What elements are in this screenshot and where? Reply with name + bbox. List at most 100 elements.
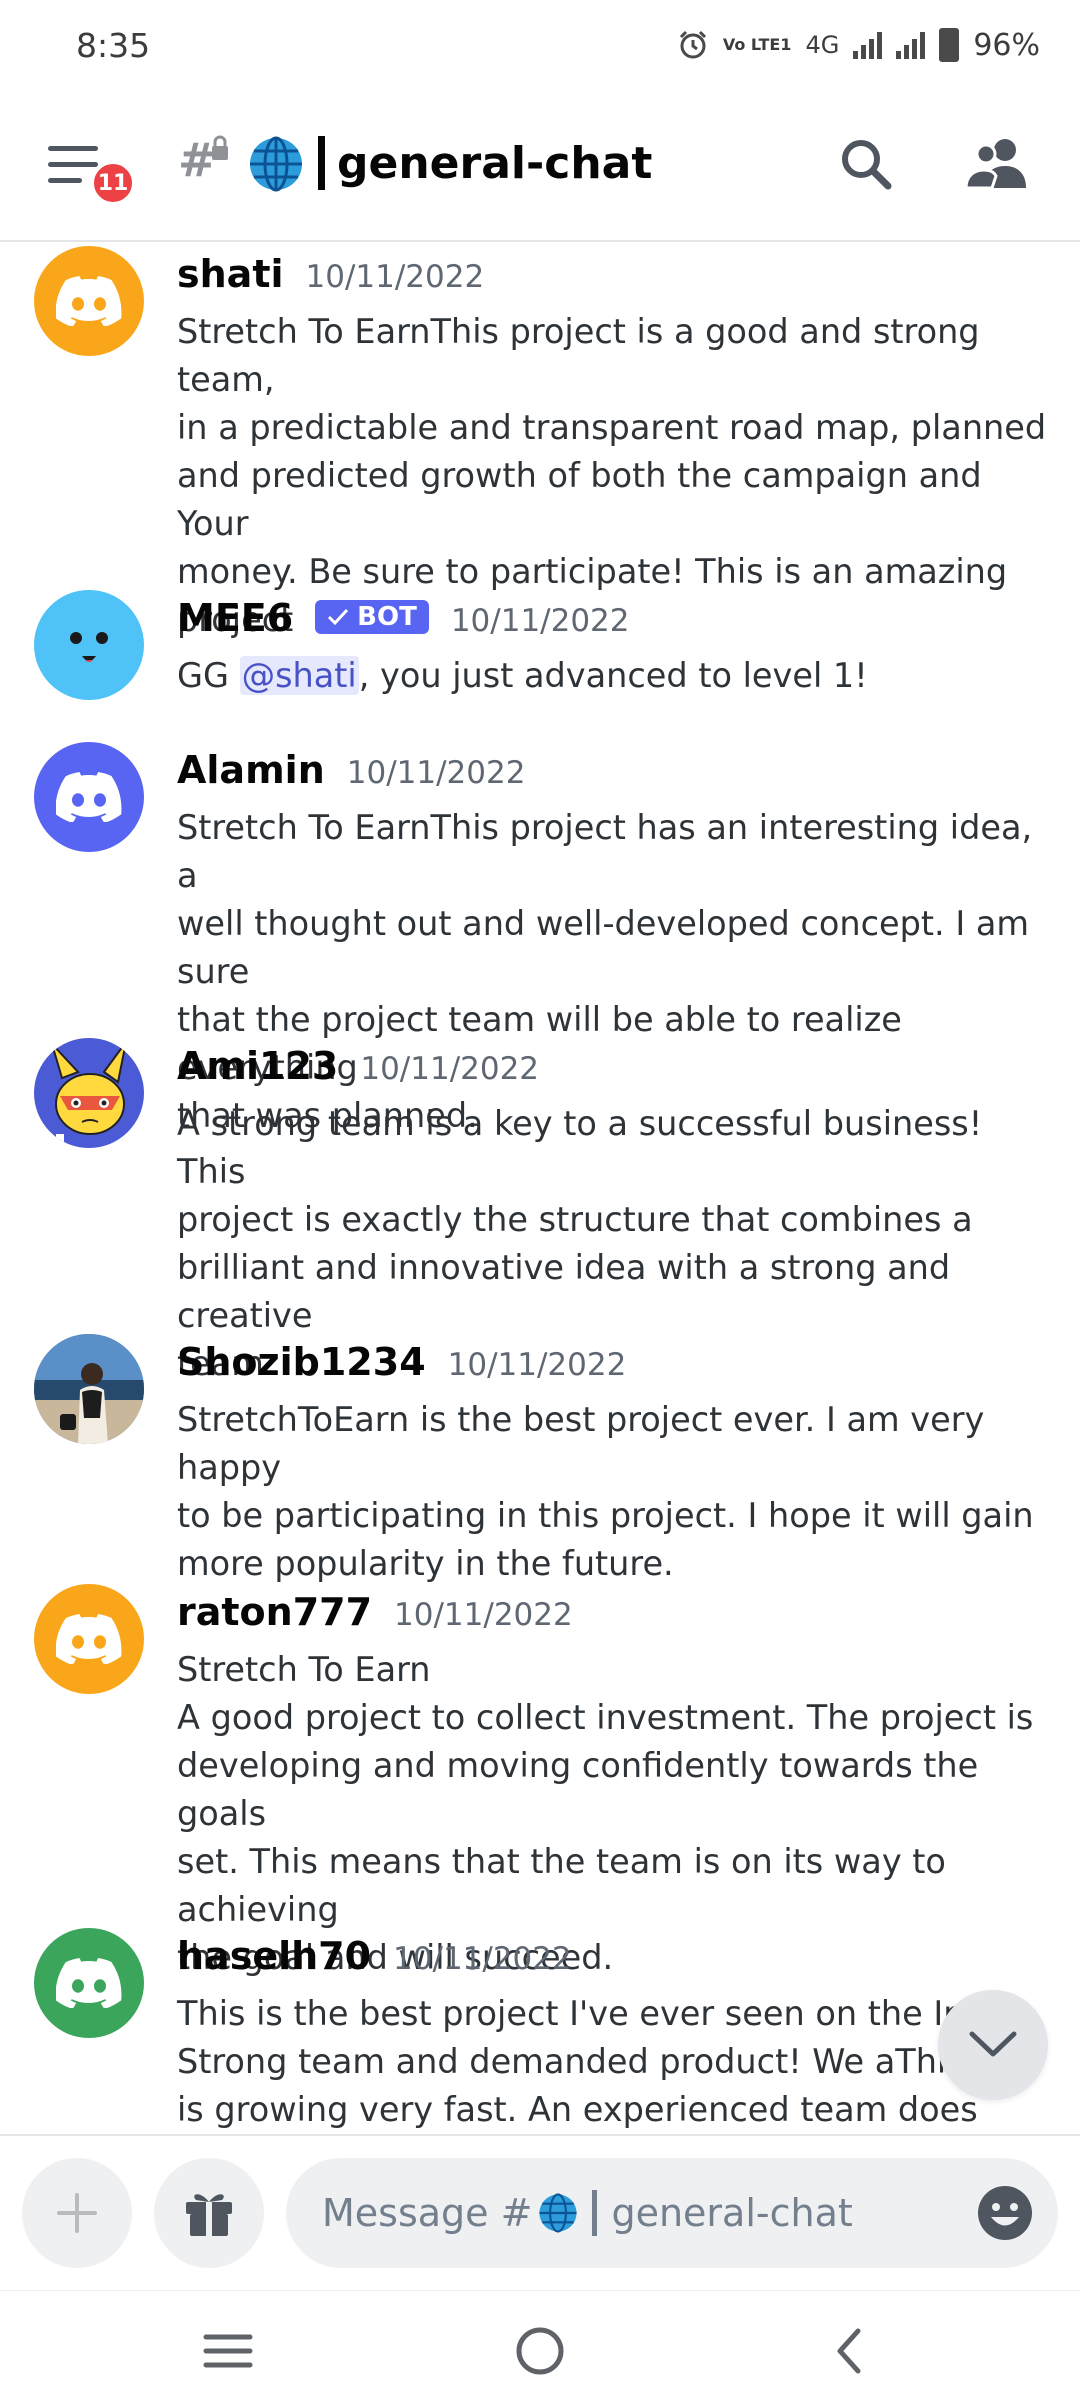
plus-icon [57, 2193, 97, 2233]
message-placeholder: Message # general-chat [322, 2190, 853, 2236]
message-text: , you just advanced to level 1! [358, 656, 868, 695]
channel-name: general-chat [337, 137, 653, 189]
status-time: 8:35 [76, 25, 151, 65]
author-name[interactable]: haselh70 [177, 1934, 371, 1978]
timestamp: 10/11/2022 [394, 1597, 573, 1633]
locked-channel-icon: # [178, 132, 234, 193]
channel-divider [318, 136, 325, 190]
message-content: GG @shati, you just advanced to level 1! [177, 652, 1057, 700]
gift-icon [186, 2194, 232, 2236]
message-line: and predicted growth of both the campaig… [177, 456, 982, 543]
message-line: developing and moving confidently toward… [177, 1746, 979, 1833]
back-icon[interactable] [820, 2321, 880, 2381]
signal-icon [853, 31, 883, 59]
message-line: Stretch To Earn [177, 1650, 431, 1689]
avatar[interactable] [34, 1038, 144, 1148]
message-line: well thought out and well-developed conc… [177, 904, 1030, 991]
message-header: Shozib1234 10/11/2022 [177, 1340, 626, 1384]
emoji-icon[interactable] [976, 2184, 1034, 2242]
author-name[interactable]: Shozib1234 [177, 1340, 426, 1384]
author-name[interactable]: Alamin [177, 748, 325, 792]
scroll-to-bottom-button[interactable] [938, 1990, 1048, 2100]
author-name[interactable]: shati [177, 252, 284, 296]
avatar[interactable] [34, 1584, 144, 1694]
volte-indicator: Vo LTE1 [722, 35, 792, 54]
mee6-face-icon [70, 632, 108, 662]
alarm-icon [679, 30, 706, 59]
placeholder-prefix: Message # [322, 2191, 533, 2235]
battery-percent: 96% [973, 27, 1040, 63]
avatar[interactable] [34, 742, 144, 852]
recent-apps-icon[interactable] [198, 2321, 258, 2381]
message-line: brilliant and innovative idea with a str… [177, 1248, 951, 1335]
globe-icon [539, 2193, 578, 2233]
user-mention[interactable]: @shati [239, 656, 359, 695]
message-content: This is the best project I've ever seen … [177, 1990, 1057, 2132]
cartoon-bunny-icon [51, 1041, 127, 1148]
discord-logo-icon [56, 1614, 122, 1664]
message-line: StretchToEarn is the best project ever. … [177, 1400, 985, 1487]
message-line: A strong team is a key to a successful b… [177, 1104, 983, 1191]
author-name[interactable]: Ami123 [177, 1044, 338, 1088]
search-icon[interactable] [836, 134, 896, 194]
discord-logo-icon [56, 1958, 122, 2008]
timestamp: 10/11/2022 [360, 1051, 540, 1087]
message-line: Strong team and demanded product! We aTh… [177, 2042, 996, 2081]
avatar[interactable] [34, 1334, 144, 1444]
avatar[interactable] [34, 246, 144, 356]
message-content: Stretch To EarnThis project is a good an… [177, 308, 1057, 644]
chat-input-bar: Message # general-chat [0, 2134, 1080, 2290]
message-header: Ami123 10/11/2022 [177, 1044, 539, 1088]
message-content: Stretch To EarnThis project has an inter… [177, 804, 1057, 1140]
placeholder-channel: general-chat [611, 2191, 853, 2235]
message-text: GG [177, 656, 240, 695]
message-line: Stretch To EarnThis project is a good an… [177, 312, 980, 399]
message-input[interactable]: Message # general-chat [286, 2158, 1058, 2268]
status-bar: 8:35 Vo LTE1 4G 96% [0, 0, 1080, 90]
timestamp: 10/11/2022 [305, 259, 485, 295]
message-header: shati 10/11/2022 [177, 252, 484, 296]
message-content: Stretch To Earn A good project to collec… [177, 1646, 1057, 1982]
message-header: MEE6 BOT 10/11/2022 [177, 596, 630, 640]
message-list[interactable]: shati 10/11/2022 Stretch To EarnThis pro… [0, 244, 1080, 2132]
home-icon[interactable] [510, 2321, 570, 2381]
message-line: Stretch To EarnThis project has an inter… [177, 808, 1033, 895]
message-line: This is the best project I've ever seen … [177, 1994, 1012, 2033]
bot-label: BOT [357, 602, 417, 632]
notification-badge: 11 [90, 160, 136, 206]
status-icons: Vo LTE1 4G 96% [677, 28, 1040, 63]
author-name[interactable]: MEE6 [177, 596, 293, 640]
message-line: set. This means that the team is on its … [177, 1842, 946, 1929]
checkmark-icon [328, 608, 349, 626]
timestamp: 10/11/2022 [346, 755, 526, 791]
timestamp: 10/11/2022 [393, 1941, 572, 1977]
svg-text:#: # [178, 133, 217, 182]
channel-header: 11 # general-chat [0, 90, 1080, 242]
message-line: more popularity in the future. [177, 1544, 674, 1583]
message-header: raton777 10/11/2022 [177, 1590, 573, 1634]
message-line: money. Be sure to participate! This is a… [177, 552, 1008, 591]
signal-icon-2 [896, 31, 926, 59]
discord-logo-icon [56, 772, 122, 822]
system-nav-bar [0, 2290, 1080, 2408]
message-line: to be participating in this project. I h… [177, 1496, 1034, 1535]
chevron-down-icon [969, 2031, 1017, 2057]
battery-icon [939, 28, 960, 62]
message-header: haselh70 10/11/2022 [177, 1934, 572, 1978]
photo-avatar-icon [34, 1334, 144, 1444]
message-line: A good project to collect investment. Th… [177, 1698, 1034, 1737]
avatar[interactable] [34, 590, 144, 700]
discord-logo-icon [56, 276, 122, 326]
timestamp: 10/11/2022 [447, 1347, 627, 1383]
message-content: StretchToEarn is the best project ever. … [177, 1396, 1057, 1588]
add-attachment-button[interactable] [22, 2158, 132, 2268]
avatar[interactable] [34, 1928, 144, 2038]
members-icon[interactable] [962, 134, 1032, 194]
channel-divider [592, 2190, 598, 2236]
network-type: 4G [805, 31, 840, 59]
globe-icon [250, 136, 302, 192]
author-name[interactable]: raton777 [177, 1590, 372, 1634]
gift-button[interactable] [154, 2158, 264, 2268]
channel-title[interactable]: general-chat [318, 136, 652, 190]
bot-tag: BOT [315, 600, 429, 634]
